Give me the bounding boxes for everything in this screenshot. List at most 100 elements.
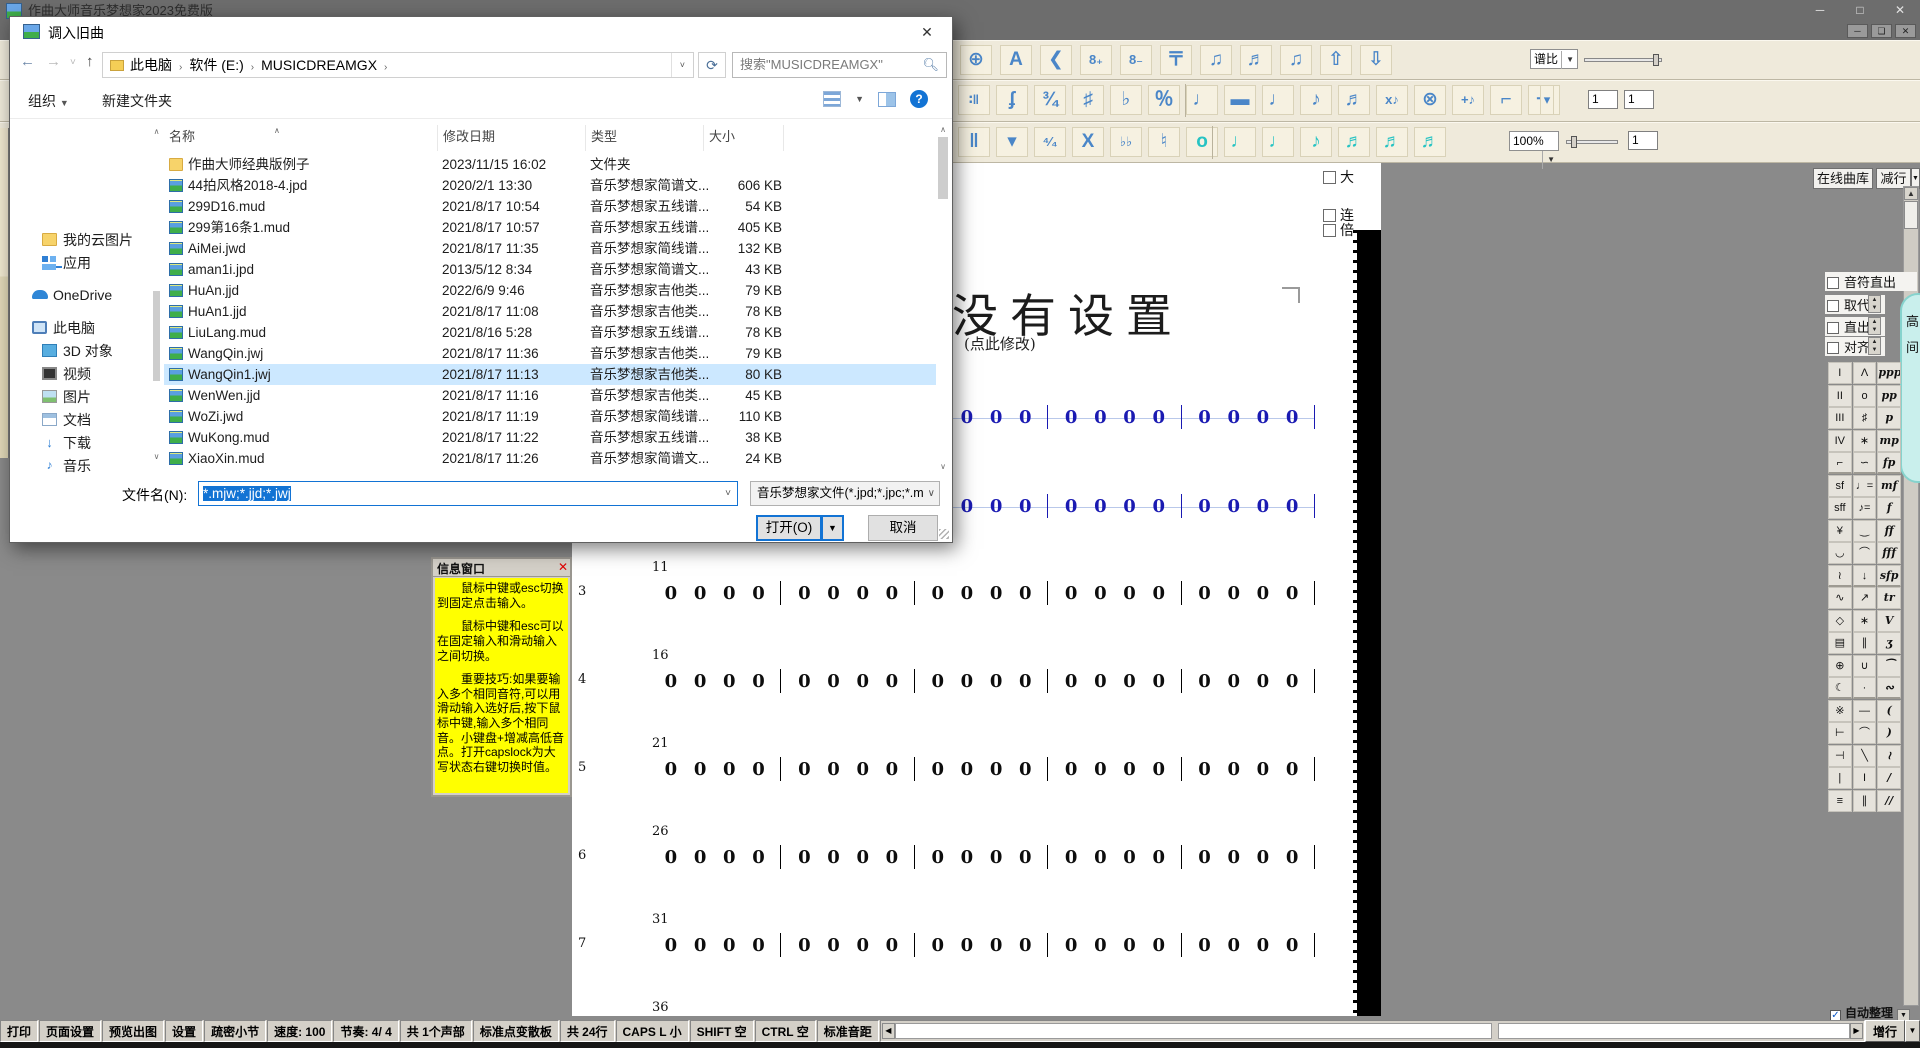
note-beat[interactable]: 0 bbox=[1065, 847, 1078, 868]
measure[interactable]: 0000 bbox=[1048, 493, 1181, 519]
note-beat[interactable]: 0 bbox=[1286, 583, 1299, 604]
note-beat[interactable]: 0 bbox=[886, 583, 899, 604]
note-beat[interactable]: 0 bbox=[990, 496, 1003, 517]
note-beat[interactable]: 0 bbox=[1257, 847, 1270, 868]
note-beat[interactable]: 0 bbox=[1198, 671, 1211, 692]
thirtysecond-note-cyan-icon[interactable]: ♬ bbox=[1376, 127, 1408, 157]
file-row[interactable]: WangQin1.jwj2021/8/17 11:13音乐梦想家吉他类...80… bbox=[164, 364, 936, 385]
note-beat[interactable]: 0 bbox=[1065, 583, 1078, 604]
note-beat[interactable]: 0 bbox=[723, 583, 736, 604]
note-beat[interactable]: 0 bbox=[827, 935, 840, 956]
measure[interactable]: 0000 bbox=[915, 932, 1048, 958]
note-beat[interactable]: 0 bbox=[1152, 583, 1165, 604]
scroll-track-2[interactable] bbox=[1498, 1023, 1850, 1039]
note-beat[interactable]: 0 bbox=[1065, 496, 1078, 517]
ornament-button[interactable]: ‿ bbox=[1853, 520, 1877, 542]
note-beat[interactable]: 0 bbox=[1286, 671, 1299, 692]
preview-pane-icon[interactable] bbox=[878, 92, 896, 107]
note-beat[interactable]: 0 bbox=[1286, 935, 1299, 956]
note-beat[interactable]: 0 bbox=[1065, 759, 1078, 780]
note-beat[interactable]: 0 bbox=[1123, 407, 1136, 428]
note-beat[interactable]: 0 bbox=[1065, 407, 1078, 428]
note-beat[interactable]: 0 bbox=[886, 671, 899, 692]
ornament-button[interactable]: p bbox=[1877, 407, 1901, 429]
panel-spinner[interactable]: ▲▼ bbox=[1868, 295, 1881, 313]
ornament-button[interactable]: I bbox=[1853, 767, 1877, 789]
scroll-left-icon[interactable]: ◀ bbox=[882, 1023, 895, 1039]
ornament-button[interactable]: ※ bbox=[1828, 700, 1852, 722]
ornament-button[interactable]: V bbox=[1877, 610, 1901, 632]
ornament-button[interactable]: sff bbox=[1828, 497, 1852, 519]
note-beat[interactable]: 0 bbox=[961, 496, 974, 517]
sixtyfourth-note-cyan-icon[interactable]: ♬ bbox=[1414, 127, 1446, 157]
measure[interactable]: 0000 bbox=[1182, 493, 1315, 519]
view-list-icon[interactable] bbox=[823, 91, 841, 107]
ornament-button[interactable]: ∗ bbox=[1853, 430, 1877, 452]
scroll-up-icon[interactable]: ▲ bbox=[1904, 187, 1918, 200]
page-checkbox-icon[interactable] bbox=[1323, 171, 1336, 184]
note-beat[interactable]: 0 bbox=[723, 671, 736, 692]
ornament-button[interactable]: ¥ bbox=[1828, 520, 1852, 542]
note-beat[interactable]: 0 bbox=[1123, 496, 1136, 517]
back-tool-icon[interactable]: ❮ bbox=[1040, 45, 1072, 75]
ornament-button[interactable]: ≡ bbox=[1828, 790, 1852, 812]
sharp-tool-icon[interactable]: ♯ bbox=[1072, 85, 1104, 115]
measure[interactable]: 0000 bbox=[1182, 844, 1315, 870]
measure[interactable]: 0000 bbox=[781, 844, 914, 870]
note-beat[interactable]: 0 bbox=[990, 759, 1003, 780]
note-beat[interactable]: 0 bbox=[1152, 847, 1165, 868]
note-beat[interactable]: 0 bbox=[990, 407, 1003, 428]
x-note-icon[interactable]: x♪ bbox=[1376, 85, 1408, 115]
note-beat[interactable]: 0 bbox=[752, 583, 765, 604]
note-beat[interactable]: 0 bbox=[1123, 847, 1136, 868]
breadcrumb-dropdown-icon[interactable]: ˅ bbox=[671, 53, 693, 77]
flag-dropdown-icon[interactable]: ▾ bbox=[1540, 85, 1554, 115]
note-beat[interactable]: 0 bbox=[752, 847, 765, 868]
note-beat[interactable]: 0 bbox=[961, 759, 974, 780]
half-note-icon[interactable]: ♩ bbox=[1262, 85, 1294, 115]
ornament-button[interactable]: ⊕ bbox=[1828, 655, 1852, 677]
ornament-button[interactable]: ∿ bbox=[1828, 587, 1852, 609]
sidebar-item-下载[interactable]: ↓下载 bbox=[10, 432, 150, 454]
octave-minus-icon[interactable]: 8₋ bbox=[1120, 45, 1152, 75]
scrollbar-thumb[interactable] bbox=[1904, 201, 1918, 229]
status-segment-3[interactable]: 预览出图 bbox=[102, 1020, 164, 1042]
note-beat[interactable]: 0 bbox=[665, 759, 678, 780]
breadcrumb-item-3[interactable]: MUSICDREAMGX bbox=[261, 57, 377, 73]
ornament-button[interactable]: ♩= bbox=[1853, 475, 1877, 497]
search-icon[interactable]: 🔍︎ bbox=[922, 53, 939, 77]
ornament-button[interactable]: ╲ bbox=[1853, 745, 1877, 767]
denominator-input[interactable]: 1 bbox=[1624, 90, 1654, 109]
ornament-button[interactable]: ▤ bbox=[1828, 632, 1852, 654]
ornament-button[interactable]: Λ bbox=[1853, 362, 1877, 384]
breadcrumb-item-2[interactable]: 软件 (E:) bbox=[189, 57, 243, 73]
measure[interactable]: 0000 bbox=[915, 580, 1048, 606]
note-beat[interactable]: 0 bbox=[1198, 583, 1211, 604]
scroll-track-1[interactable] bbox=[895, 1023, 1492, 1039]
file-row[interactable]: WuKong.mud2021/8/17 11:22音乐梦想家五线谱...38 K… bbox=[164, 427, 936, 448]
sidebar-item-音乐[interactable]: ♪音乐 bbox=[10, 455, 150, 473]
note-beat[interactable]: 0 bbox=[1019, 407, 1032, 428]
ornament-button[interactable]: mf bbox=[1877, 475, 1901, 497]
filename-dropdown-icon[interactable]: ˅ bbox=[725, 482, 731, 505]
note-beat[interactable]: 0 bbox=[665, 935, 678, 956]
score-system[interactable]: 00000000000000000000 bbox=[648, 756, 1315, 782]
child-restore-button[interactable]: ❏ bbox=[1871, 24, 1892, 38]
ornament-button[interactable]: ∪ bbox=[1853, 655, 1877, 677]
measure[interactable]: 0000 bbox=[1048, 932, 1181, 958]
child-minimize-button[interactable]: ─ bbox=[1847, 24, 1868, 38]
nav-up-icon[interactable]: ↑ bbox=[86, 53, 94, 70]
ornament-button[interactable]: ( bbox=[1877, 700, 1901, 722]
measure[interactable]: 0000 bbox=[648, 580, 781, 606]
bar-dropdown-icon[interactable]: ▾ bbox=[996, 127, 1028, 157]
online-library-button[interactable]: 在线曲库 bbox=[1813, 168, 1873, 189]
file-row[interactable]: 44拍风格2018-4.jpd2020/2/1 13:30音乐梦想家简谱文...… bbox=[164, 175, 936, 196]
filename-input[interactable]: *.mjw;*.jjd;*.jwj ˅ bbox=[198, 481, 738, 506]
status-segment-6[interactable]: 速度: 100 bbox=[267, 1020, 332, 1042]
note-beat[interactable]: 0 bbox=[1286, 407, 1299, 428]
note-beat[interactable]: 0 bbox=[990, 671, 1003, 692]
column-header-size[interactable]: 大小 bbox=[704, 125, 784, 151]
dialog-title-bar[interactable]: 调入旧曲 ✕ bbox=[10, 17, 952, 47]
add-row-button[interactable]: 增行 bbox=[1865, 1020, 1905, 1042]
target-tool-icon[interactable]: ⊕ bbox=[960, 45, 992, 75]
